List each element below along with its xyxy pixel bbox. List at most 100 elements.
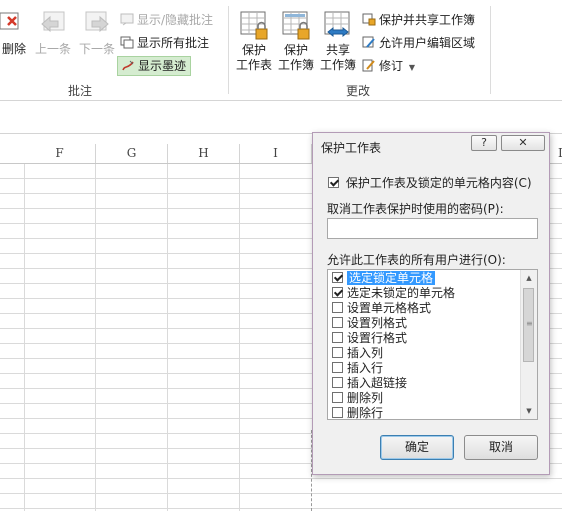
protect-share-icon [362, 13, 376, 26]
permission-item[interactable]: 设置列格式 [332, 316, 407, 331]
protect-sheet-dialog: 保护工作表 ? ✕ 保护工作表及锁定的单元格内容(C) 取消工作表保护时使用的密… [312, 132, 550, 475]
protect-workbook-label-2: 工作簿 [277, 58, 314, 72]
permission-item[interactable]: 设置单元格格式 [332, 301, 431, 316]
share-workbook-label-2: 工作簿 [319, 58, 356, 72]
permission-checkbox[interactable] [332, 407, 343, 418]
comments-group-label: 批注 [68, 84, 93, 98]
delete-comment-label: 删除 [1, 42, 26, 56]
permission-label: 设置单元格格式 [347, 301, 432, 315]
next-comment-label: 下一条 [78, 42, 115, 56]
grip-icon: ≡ [526, 319, 533, 328]
chevron-down-icon: ▼ [408, 63, 415, 72]
permission-label: 选定未锁定的单元格 [347, 286, 456, 300]
ribbon: 删除 上一条 下一条 显示/隐藏批注 显示所有批注 显示墨迹 批注 保护 工作表… [0, 0, 562, 101]
dialog-body: 保护工作表及锁定的单元格内容(C) 取消工作表保护时使用的密码(P): 允许此工… [319, 159, 543, 468]
ok-button[interactable]: 确定 [380, 435, 454, 460]
allow-users-label: 允许此工作表的所有用户进行(O): [327, 253, 506, 267]
cancel-button[interactable]: 取消 [464, 435, 538, 460]
permission-checkbox[interactable] [332, 272, 343, 283]
permission-label: 设置列格式 [347, 316, 408, 330]
permission-label: 选定锁定单元格 [347, 271, 436, 285]
column-header-l[interactable]: L [552, 144, 562, 163]
help-button[interactable]: ? [471, 135, 497, 151]
show-ink-label: 显示墨迹 [138, 59, 187, 73]
previous-comment-button[interactable]: 上一条 [33, 10, 73, 57]
allow-edit-icon [362, 36, 375, 48]
show-all-comments-label: 显示所有批注 [137, 36, 210, 50]
allow-edit-ranges-button[interactable]: 允许用户编辑区域 [362, 34, 475, 52]
permission-item[interactable]: 删除行 [332, 406, 384, 420]
permission-checkbox[interactable] [332, 347, 343, 358]
protect-share-workbook-button[interactable]: 保护并共享工作簿 [362, 11, 475, 29]
protect-option-checkbox[interactable] [328, 177, 339, 188]
share-workbook-icon [324, 11, 350, 38]
next-comment-button[interactable]: 下一条 [77, 10, 117, 57]
column-header-i[interactable]: I [240, 144, 312, 163]
permission-checkbox[interactable] [332, 332, 343, 343]
help-icon: ? [481, 136, 487, 149]
list-scrollbar[interactable]: ▲ ≡ ▼ [520, 270, 537, 419]
permission-label: 插入超链接 [347, 376, 408, 390]
share-workbook-button[interactable]: 共享 工作簿 [318, 10, 358, 73]
share-workbook-label-1: 共享 [325, 43, 350, 57]
prev-comment-icon [41, 11, 65, 33]
permission-checkbox[interactable] [332, 287, 343, 298]
show-hide-comment-label: 显示/隐藏批注 [137, 13, 214, 27]
permission-item[interactable]: 选定锁定单元格 [332, 271, 436, 286]
close-icon: ✕ [518, 136, 528, 149]
protect-workbook-icon [282, 11, 310, 40]
formula-bar-area [0, 101, 562, 134]
show-ink-icon [122, 60, 134, 71]
permission-item[interactable]: 插入行 [332, 361, 383, 376]
protect-sheet-label-2: 工作表 [235, 58, 272, 72]
column-header-h[interactable]: H [168, 144, 240, 163]
password-label: 取消工作表保护时使用的密码(P): [327, 202, 504, 216]
permission-label: 插入列 [347, 346, 384, 360]
permission-checkbox[interactable] [332, 362, 343, 373]
permission-label: 删除行 [347, 406, 384, 420]
protect-workbook-button[interactable]: 保护 工作簿 [276, 10, 316, 73]
track-changes-button[interactable]: 修订 ▼ [362, 57, 415, 75]
allow-edit-ranges-label: 允许用户编辑区域 [379, 36, 476, 50]
group-separator [490, 6, 491, 94]
permission-checkbox[interactable] [332, 317, 343, 328]
protect-sheet-icon [240, 11, 268, 40]
protect-sheet-button[interactable]: 保护 工作表 [234, 10, 274, 73]
permission-item[interactable]: 选定未锁定的单元格 [332, 286, 455, 301]
permission-checkbox[interactable] [332, 392, 343, 403]
show-all-comments-button[interactable]: 显示所有批注 [120, 34, 209, 52]
permission-item[interactable]: 插入列 [332, 346, 383, 361]
permission-item[interactable]: 插入超链接 [332, 376, 407, 391]
permission-label: 插入行 [347, 361, 384, 375]
protect-workbook-label-1: 保护 [283, 43, 308, 57]
show-hide-comment-icon [120, 13, 134, 26]
delete-comment-button[interactable]: 删除 [0, 10, 28, 57]
close-button[interactable]: ✕ [501, 135, 545, 151]
permission-item[interactable]: 删除列 [332, 391, 383, 406]
protect-sheet-label-1: 保护 [241, 43, 266, 57]
column-header-g[interactable]: G [96, 144, 168, 163]
permission-label: 设置行格式 [347, 331, 408, 345]
next-comment-icon [85, 11, 109, 33]
protect-option-row[interactable]: 保护工作表及锁定的单元格内容(C) [328, 174, 532, 191]
permission-checkbox[interactable] [332, 377, 343, 388]
permission-checkbox[interactable] [332, 302, 343, 313]
column-header-f[interactable]: F [24, 144, 96, 163]
group-separator [228, 6, 229, 94]
password-input[interactable] [327, 218, 538, 239]
delete-comment-icon [0, 12, 19, 30]
changes-group-label: 更改 [346, 84, 371, 98]
show-hide-comment-button[interactable]: 显示/隐藏批注 [120, 11, 213, 29]
previous-comment-label: 上一条 [34, 42, 71, 56]
show-ink-button[interactable]: 显示墨迹 [117, 56, 192, 76]
track-changes-label: 修订 [379, 59, 404, 73]
show-all-comments-icon [120, 36, 134, 49]
scroll-thumb[interactable]: ≡ [523, 288, 534, 362]
scroll-up-arrow-icon[interactable]: ▲ [521, 270, 537, 286]
permission-item[interactable]: 设置行格式 [332, 331, 407, 346]
permissions-list[interactable]: 选定锁定单元格 选定未锁定的单元格 设置单元格格式 设置列格式 设置行格式 插入… [327, 269, 538, 420]
scroll-down-arrow-icon[interactable]: ▼ [521, 403, 537, 419]
cell-grid-edge [0, 164, 25, 511]
protect-share-workbook-label: 保护并共享工作簿 [379, 13, 476, 27]
track-changes-icon [362, 59, 375, 72]
